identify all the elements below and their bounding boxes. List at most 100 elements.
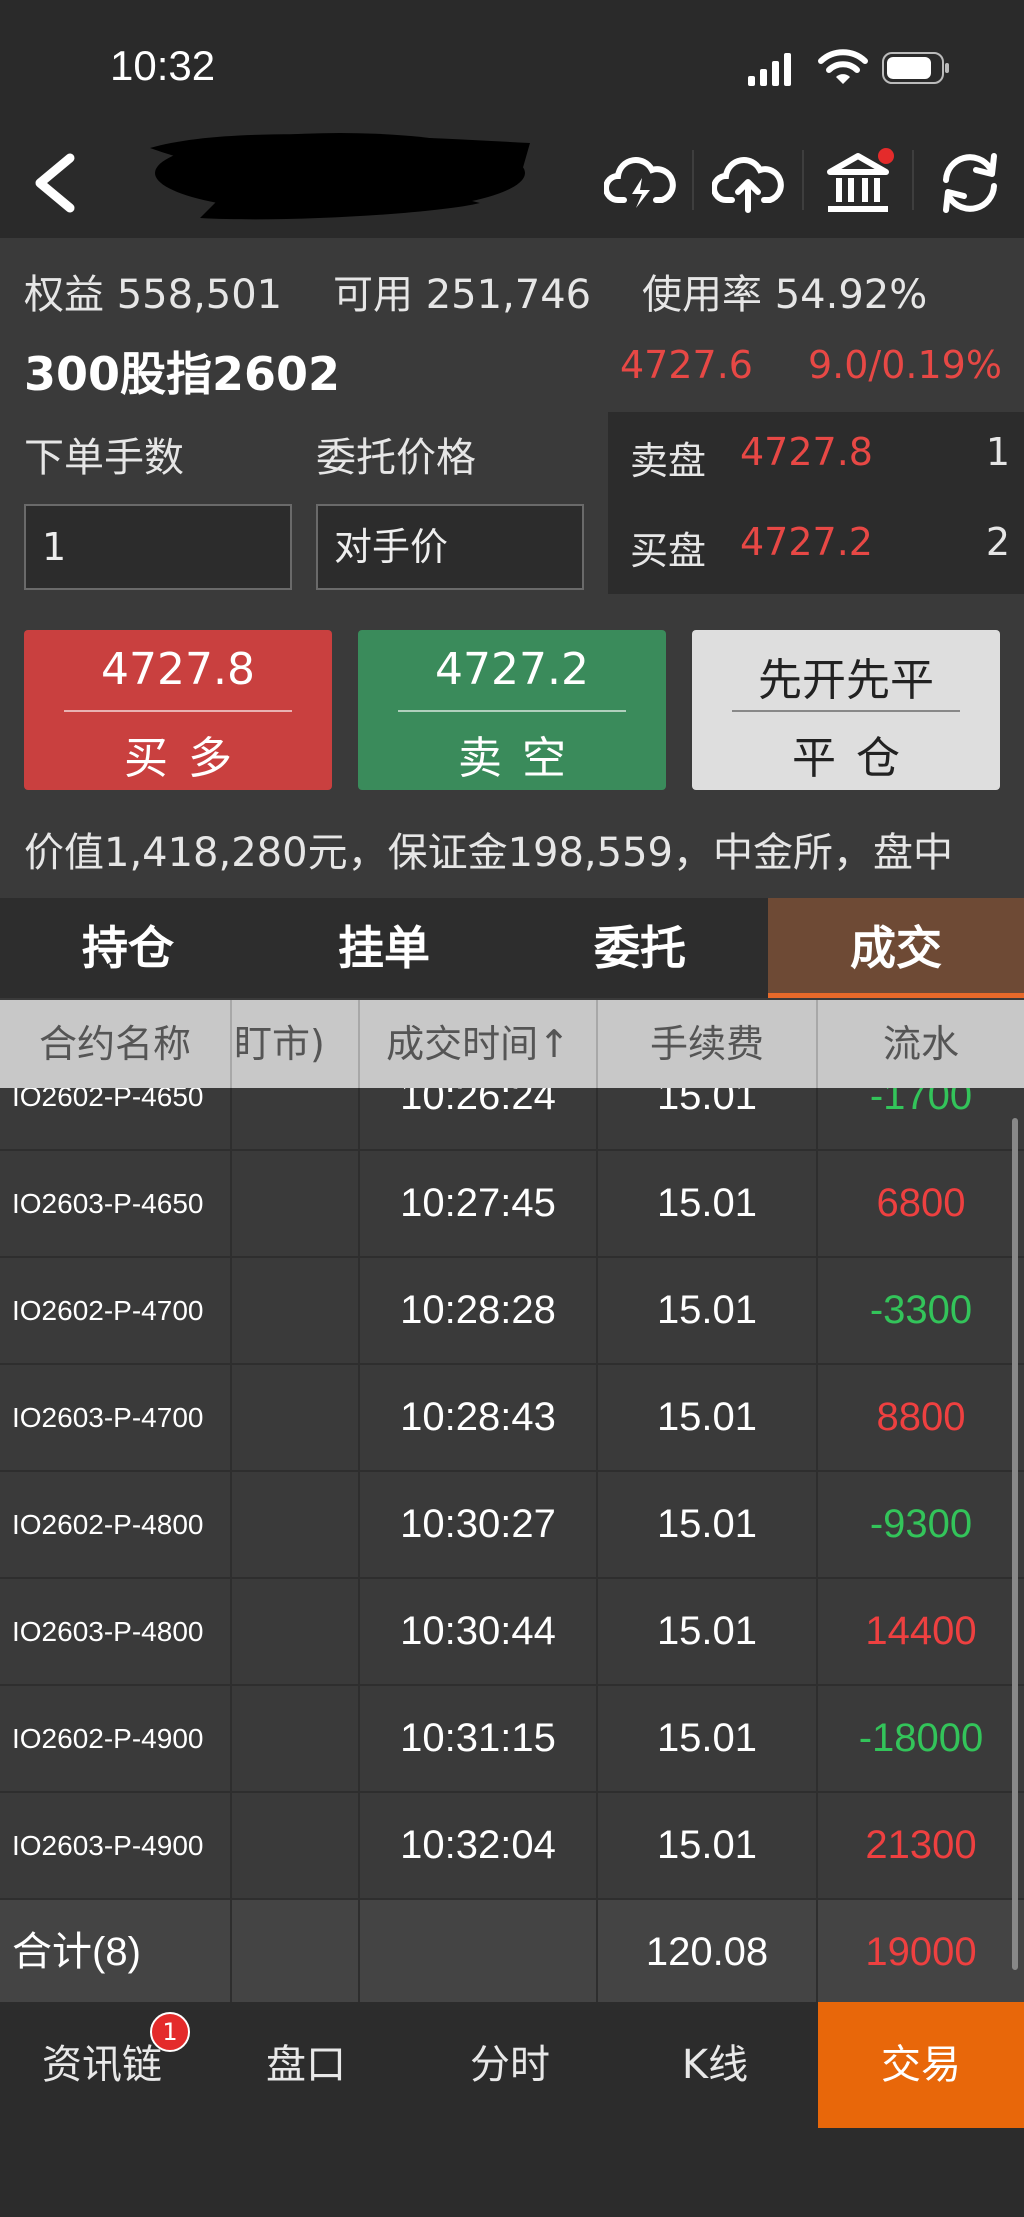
nav-divider bbox=[802, 150, 804, 210]
scrollbar[interactable] bbox=[1012, 1118, 1018, 1970]
cell-time: 10:26:24 bbox=[360, 1088, 598, 1149]
tab-pending[interactable]: 挂单 bbox=[256, 898, 512, 998]
header-trade-time[interactable]: 成交时间↑ bbox=[360, 1000, 598, 1088]
cell-fee: 15.01 bbox=[598, 1365, 818, 1470]
table-row[interactable]: IO2602-P-4700 10:28:28 15.01 -3300 bbox=[0, 1256, 1024, 1363]
cell-contract: IO2602-P-4650 bbox=[0, 1088, 232, 1149]
cell-contract: IO2603-P-4650 bbox=[0, 1151, 232, 1256]
cell-contract: IO2603-P-4900 bbox=[0, 1793, 232, 1898]
cell-contract: IO2603-P-4800 bbox=[0, 1579, 232, 1684]
table-row[interactable]: IO2602-P-4650 10:26:24 15.01 -1700 bbox=[0, 1088, 1024, 1149]
divider bbox=[64, 710, 292, 712]
divider bbox=[398, 710, 626, 712]
cell-mtm bbox=[232, 1686, 360, 1791]
usage-value: 54.92% bbox=[774, 272, 928, 318]
table-row[interactable]: IO2602-P-4800 10:30:27 15.01 -9300 bbox=[0, 1470, 1024, 1577]
back-arrow-icon[interactable] bbox=[24, 148, 84, 218]
wifi-icon bbox=[818, 49, 868, 84]
close-position-button[interactable]: 先开先平 平仓 bbox=[692, 630, 1000, 790]
cell-time bbox=[360, 1900, 598, 2002]
tab-positions[interactable]: 持仓 bbox=[0, 898, 256, 998]
table-row[interactable]: IO2603-P-4900 10:32:04 15.01 21300 bbox=[0, 1791, 1024, 1898]
margin-info: 价值1,418,280元，保证金198,559，中金所，盘中 bbox=[24, 830, 953, 876]
status-time: 10:32 bbox=[110, 42, 216, 89]
cell-flow: 14400 bbox=[865, 1609, 977, 1653]
cell-fee: 15.01 bbox=[598, 1472, 818, 1577]
cell-fee: 15.01 bbox=[598, 1258, 818, 1363]
table-row[interactable]: IO2603-P-4800 10:30:44 15.01 14400 bbox=[0, 1577, 1024, 1684]
cell-flow: -9300 bbox=[869, 1502, 973, 1546]
table-row[interactable]: IO2603-P-4650 10:27:45 15.01 6800 bbox=[0, 1149, 1024, 1256]
cell-time: 10:27:45 bbox=[360, 1151, 598, 1256]
total-row: 合计(8) 120.08 19000 bbox=[0, 1898, 1024, 2002]
header-contract[interactable]: 合约名称 bbox=[0, 1000, 232, 1088]
bank-icon[interactable] bbox=[822, 148, 894, 218]
cell-flow: -3300 bbox=[869, 1288, 973, 1332]
cell-time: 10:32:04 bbox=[360, 1793, 598, 1898]
available-value: 251,746 bbox=[425, 272, 592, 318]
nav-kline[interactable]: K线 bbox=[612, 2002, 818, 2128]
trade-table-body: IO2602-P-4650 10:26:24 15.01 -1700 IO2603-P-… bbox=[0, 1088, 1024, 2002]
buy-label: 买多 bbox=[124, 733, 252, 784]
cell-contract: IO2602-P-4800 bbox=[0, 1472, 232, 1577]
cell-flow: 8800 bbox=[876, 1395, 966, 1439]
cell-mtm bbox=[232, 1900, 360, 2002]
quote-price: 4727.6 bbox=[620, 343, 753, 387]
nav-trade[interactable]: 交易 bbox=[818, 2002, 1024, 2128]
cell-fee: 15.01 bbox=[598, 1686, 818, 1791]
cell-mtm bbox=[232, 1472, 360, 1577]
order-price-label: 委托价格 bbox=[316, 435, 476, 481]
cell-fee: 15.01 bbox=[598, 1151, 818, 1256]
order-book: 卖盘 4727.8 1 买盘 4727.2 2 bbox=[608, 412, 1024, 594]
ask-qty: 1 bbox=[985, 430, 1010, 474]
buy-long-button[interactable]: 4727.8 买多 bbox=[24, 630, 332, 790]
ask-label: 卖盘 bbox=[630, 439, 707, 483]
tab-trades[interactable]: 成交 bbox=[768, 898, 1024, 998]
account-summary: 权益 558,501 可用 251,746 使用率 54.92% bbox=[24, 262, 927, 320]
bid-label: 买盘 bbox=[630, 529, 707, 573]
header-flow[interactable]: 流水 bbox=[818, 1000, 1024, 1088]
cell-mtm bbox=[232, 1088, 360, 1149]
header-mark-to-market[interactable]: 盯市) bbox=[232, 1000, 360, 1088]
cell-flow: -1700 bbox=[869, 1088, 973, 1118]
refresh-icon[interactable] bbox=[934, 148, 1006, 218]
nav-timeshare[interactable]: 分时 bbox=[408, 2002, 612, 2128]
cell-mtm bbox=[232, 1579, 360, 1684]
cell-time: 10:30:27 bbox=[360, 1472, 598, 1577]
quantity-input[interactable]: 1 bbox=[24, 504, 292, 590]
notification-badge: 1 bbox=[150, 2012, 190, 2052]
table-header: 合约名称 盯市) 成交时间↑ 手续费 流水 bbox=[0, 1000, 1024, 1088]
cell-time: 10:30:44 bbox=[360, 1579, 598, 1684]
cell-flow: 6800 bbox=[876, 1181, 966, 1225]
cloud-upload-icon[interactable] bbox=[712, 148, 784, 218]
nav-depth[interactable]: 盘口 bbox=[204, 2002, 408, 2128]
cloud-lightning-icon[interactable] bbox=[604, 148, 676, 218]
sell-label: 卖空 bbox=[458, 733, 586, 784]
equity-label: 权益 bbox=[24, 272, 104, 318]
battery-icon bbox=[882, 52, 949, 84]
available-label: 可用 bbox=[333, 272, 413, 318]
contract-name: 300股指2602 bbox=[24, 347, 341, 401]
tab-orders[interactable]: 委托 bbox=[512, 898, 768, 998]
cell-mtm bbox=[232, 1258, 360, 1363]
cell-mtm bbox=[232, 1151, 360, 1256]
cell-time: 10:31:15 bbox=[360, 1686, 598, 1791]
header-fee[interactable]: 手续费 bbox=[598, 1000, 818, 1088]
buy-price: 4727.8 bbox=[101, 644, 255, 695]
cell-contract: IO2602-P-4700 bbox=[0, 1258, 232, 1363]
table-row[interactable]: IO2602-P-4900 10:31:15 15.01 -18000 bbox=[0, 1684, 1024, 1791]
sell-short-button[interactable]: 4727.2 卖空 bbox=[358, 630, 666, 790]
cell-contract: IO2602-P-4900 bbox=[0, 1686, 232, 1791]
cell-mtm bbox=[232, 1793, 360, 1898]
cell-mtm bbox=[232, 1365, 360, 1470]
quote-change: 9.0/0.19% bbox=[808, 343, 1002, 387]
cell-fee: 15.01 bbox=[598, 1088, 818, 1149]
nav-divider bbox=[692, 150, 694, 210]
close-label: 平仓 bbox=[792, 733, 920, 784]
table-row[interactable]: IO2603-P-4700 10:28:43 15.01 8800 bbox=[0, 1363, 1024, 1470]
equity-value: 558,501 bbox=[116, 272, 283, 318]
nav-divider bbox=[912, 150, 914, 210]
cell-flow: -18000 bbox=[858, 1716, 984, 1760]
total-label: 合计(8) bbox=[0, 1900, 232, 2002]
order-price-input[interactable]: 对手价 bbox=[316, 504, 584, 590]
